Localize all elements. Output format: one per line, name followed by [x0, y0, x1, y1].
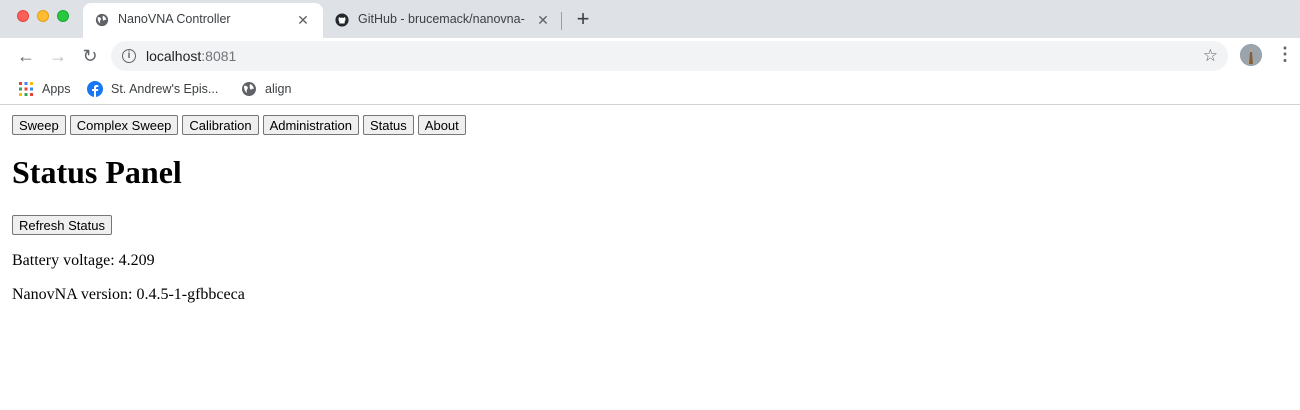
- tab-separator: [561, 12, 562, 30]
- refresh-status-button[interactable]: Refresh Status: [12, 215, 112, 235]
- bookmark-star-icon[interactable]: ☆: [1203, 46, 1218, 66]
- avatar-image: [1240, 44, 1262, 66]
- facebook-icon: [87, 81, 103, 97]
- status-button[interactable]: Status: [362, 115, 414, 135]
- reload-icon[interactable]: ↻: [80, 46, 100, 66]
- bookmark-label: Apps: [42, 82, 71, 96]
- browser-tab-strip: NanoVNA Controller ✕ GitHub - brucemack/…: [0, 0, 1300, 38]
- forward-arrow-icon[interactable]: →: [48, 46, 68, 66]
- url-text: localhost:8081: [146, 48, 237, 64]
- about-button[interactable]: About: [417, 115, 466, 135]
- tab-title: GitHub - brucemack/nanovna-: [358, 12, 525, 26]
- bookmark-st-andrews[interactable]: St. Andrew's Epis...: [87, 80, 218, 98]
- bookmark-label: align: [265, 82, 292, 96]
- page-title: Status Panel: [12, 154, 182, 190]
- close-tab-icon[interactable]: ✕: [295, 12, 311, 28]
- more-menu-icon[interactable]: ⋮: [1276, 44, 1294, 66]
- battery-label: Battery voltage:: [12, 252, 115, 269]
- bookmark-label: St. Andrew's Epis...: [111, 82, 219, 96]
- administration-button[interactable]: Administration: [262, 115, 359, 135]
- bookmark-align[interactable]: align: [241, 80, 291, 98]
- apps-grid-icon: [19, 82, 33, 96]
- battery-voltage-line: Battery voltage: 4.209: [12, 252, 155, 270]
- browser-toolbar: ← → ↻ i localhost:8081 ☆ ⋮: [0, 38, 1300, 74]
- tab-nanovna-controller[interactable]: NanoVNA Controller ✕: [83, 3, 323, 38]
- complex-sweep-button[interactable]: Complex Sweep: [69, 115, 179, 135]
- tab-title: NanoVNA Controller: [118, 12, 231, 26]
- bookmark-apps[interactable]: Apps: [18, 80, 71, 98]
- calibration-button[interactable]: Calibration: [182, 115, 259, 135]
- battery-value: 4.209: [118, 252, 155, 269]
- version-label: NanovNA version:: [12, 286, 133, 303]
- profile-avatar[interactable]: [1240, 44, 1262, 66]
- close-tab-icon[interactable]: ✕: [535, 12, 551, 28]
- tab-github[interactable]: GitHub - brucemack/nanovna- ✕: [323, 3, 563, 38]
- sweep-button[interactable]: Sweep: [12, 115, 66, 135]
- minimize-window-button[interactable]: [37, 10, 49, 22]
- globe-icon: [95, 13, 109, 27]
- close-window-button[interactable]: [17, 10, 29, 22]
- new-tab-button[interactable]: +: [573, 8, 593, 30]
- globe-icon: [242, 82, 256, 96]
- github-icon: [335, 13, 349, 27]
- version-value: 0.4.5-1-gfbbceca: [136, 286, 245, 303]
- page-nav: Sweep Complex Sweep Calibration Administ…: [12, 115, 466, 135]
- back-arrow-icon[interactable]: ←: [16, 46, 36, 66]
- version-line: NanovNA version: 0.4.5-1-gfbbceca: [12, 286, 245, 304]
- bookmarks-bar: Apps St. Andrew's Epis... align: [0, 74, 1300, 105]
- site-info-icon[interactable]: i: [122, 49, 136, 63]
- maximize-window-button[interactable]: [57, 10, 69, 22]
- address-bar[interactable]: i localhost:8081 ☆: [111, 41, 1228, 71]
- page-content: Sweep Complex Sweep Calibration Administ…: [0, 106, 1300, 410]
